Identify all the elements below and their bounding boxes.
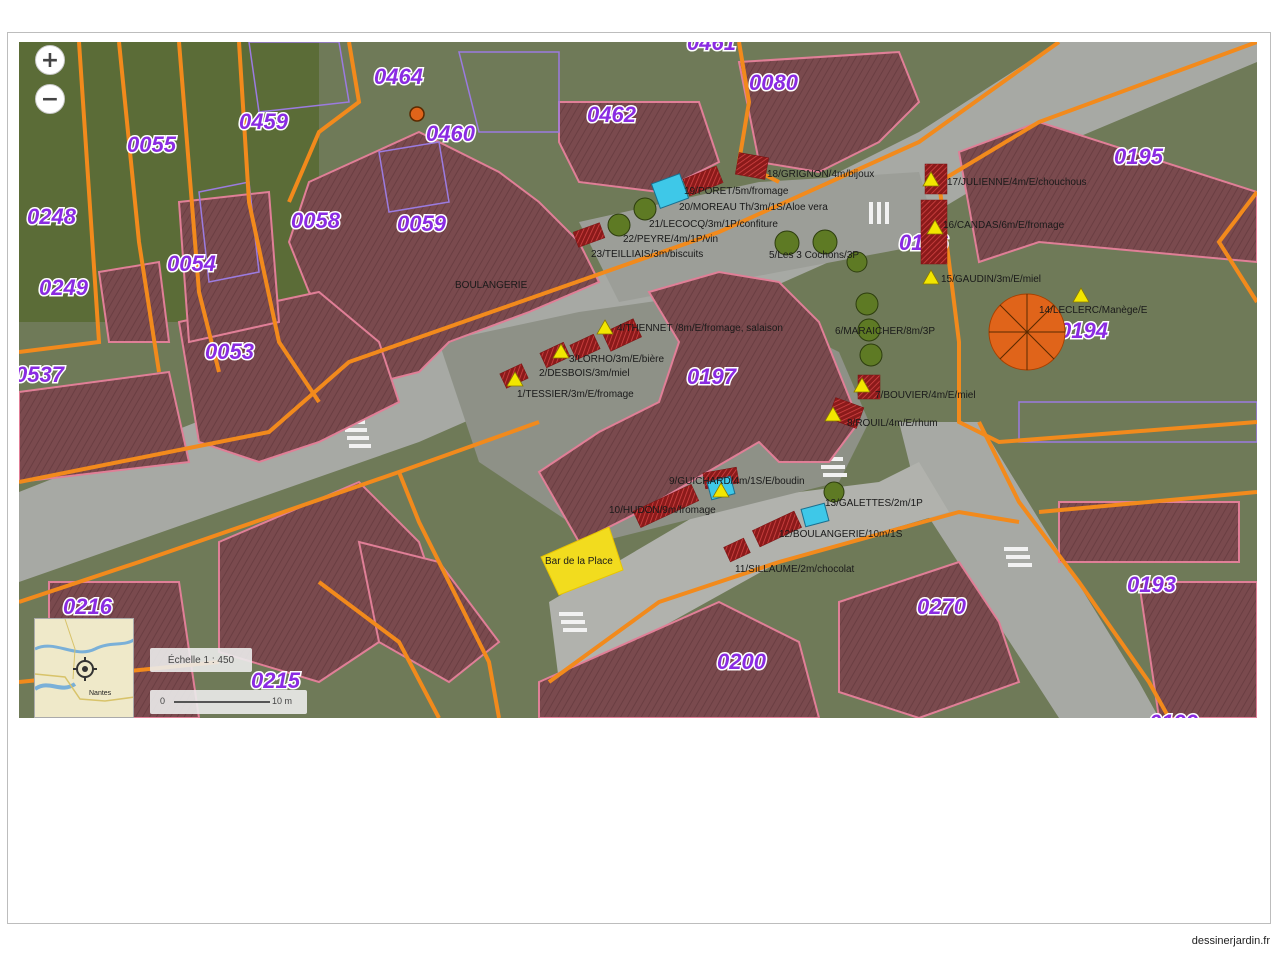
stall-label: 20/MOREAU Th/3m/1S/Aloe vera (679, 202, 828, 213)
parcel-label: 0080 (749, 70, 799, 95)
parcel-label: 0194 (1059, 318, 1108, 343)
stall-label: 8/ROUIL/4m/E/rhum (847, 418, 938, 429)
tree-icon (859, 343, 883, 367)
tree-icon (855, 292, 879, 316)
zoom-in-button[interactable]: + (35, 45, 65, 75)
minimap-canvas (35, 619, 133, 702)
scale-start-label: 0 (160, 696, 166, 706)
parcel-label: 0193 (1127, 572, 1176, 597)
stall-label: 10/HUDON/9m/fromage (609, 505, 716, 516)
parcel-label: 0248 (27, 204, 77, 229)
parcel-label: 0537 (19, 362, 66, 387)
parcel-label: 0462 (587, 102, 637, 127)
stall-label: 19/PORET/5m/fromage (684, 186, 789, 197)
stall-label: 17/JULIENNE/4m/E/chouchous (947, 177, 1087, 188)
stall-label: 7/BOUVIER/4m/E/miel (875, 390, 976, 401)
scale-end-label: 10 m (272, 696, 293, 706)
parcel-label: 0459 (239, 109, 289, 134)
stall-label: 1/TESSIER/3m/E/fromage (517, 389, 634, 400)
stall-label: 3/LORHO/3m/E/bière (569, 354, 664, 365)
place-label: BOULANGERIE (455, 280, 528, 291)
parcel-label: 0200 (717, 649, 767, 674)
parcel-label: 0199 (1149, 710, 1199, 718)
parcel-label: 0461 (687, 42, 736, 55)
parcel-label: 0216 (63, 594, 113, 619)
point-marker-icon[interactable] (409, 106, 425, 122)
stall-label: 12/BOULANGERIE/10m/1S (779, 529, 903, 540)
scale-line (174, 701, 270, 703)
stall-label: 13/GALETTES/2m/1P (825, 498, 923, 509)
stall-label: 4/THENNET /8m/E/fromage, salaison (617, 323, 783, 334)
parcel-label: 0195 (1114, 144, 1164, 169)
parcel-label: 0270 (917, 594, 967, 619)
stall-label: 11/SILLAUME/2m/chocolat (735, 564, 855, 575)
scale-ratio: Échelle 1 : 450 (150, 648, 252, 672)
tree-icon (607, 213, 631, 237)
map-canvas[interactable]: 0464 0460 0459 0055 0462 0080 0195 0248 … (19, 42, 1257, 718)
tree-icon (633, 197, 657, 221)
scale-bar: 0 10 m (150, 690, 307, 714)
stall-label: 18/GRIGNON/4m/bijoux (767, 169, 874, 180)
parcel-label: 0249 (39, 275, 89, 300)
locate-icon (73, 657, 97, 681)
stall-label: 5/Les 3 Cochons/3P (769, 250, 859, 261)
parcel-label: 0197 (687, 364, 738, 389)
stall-label: 23/TEILLIAIS/3m/biscuits (591, 249, 703, 260)
place-label: Bar de la Place (545, 556, 613, 567)
stall-label: 14/LECLERC/Manège/E (1039, 305, 1148, 316)
parcel-label: 0058 (291, 208, 341, 233)
stall-label: 16/CANDAS/6m/E/fromage (943, 220, 1065, 231)
stall-label: 6/MARAICHER/8m/3P (835, 326, 935, 337)
parcel-label: 0059 (397, 211, 447, 236)
stall-label: 9/GUICHARD/4m/1S/E/boudin (669, 476, 805, 487)
parcel-label: 0460 (426, 121, 476, 146)
stall-label: 22/PEYRE/4m/1P/vin (623, 234, 718, 245)
parcel-label: 0054 (167, 251, 216, 276)
zoom-in-icon: + (40, 47, 60, 73)
stall-label: 2/DESBOIS/3m/miel (539, 368, 630, 379)
stall-label: 21/LECOCQ/3m/1P/confiture (649, 219, 778, 230)
map-view[interactable]: 0464 0460 0459 0055 0462 0080 0195 0248 … (19, 42, 1257, 718)
zoom-out-icon: − (40, 86, 60, 112)
footer-credit: dessinerjardin.fr (1191, 935, 1270, 947)
zoom-out-button[interactable]: − (35, 84, 65, 114)
parcel-label: 0053 (205, 339, 254, 364)
minimap-city-label: Nantes (89, 690, 112, 697)
parcel-label: 0055 (127, 132, 177, 157)
overview-minimap[interactable]: Nantes (34, 618, 134, 718)
parcel-label: 0464 (374, 64, 423, 89)
stall-label: 15/GAUDIN/3m/E/miel (941, 274, 1041, 285)
